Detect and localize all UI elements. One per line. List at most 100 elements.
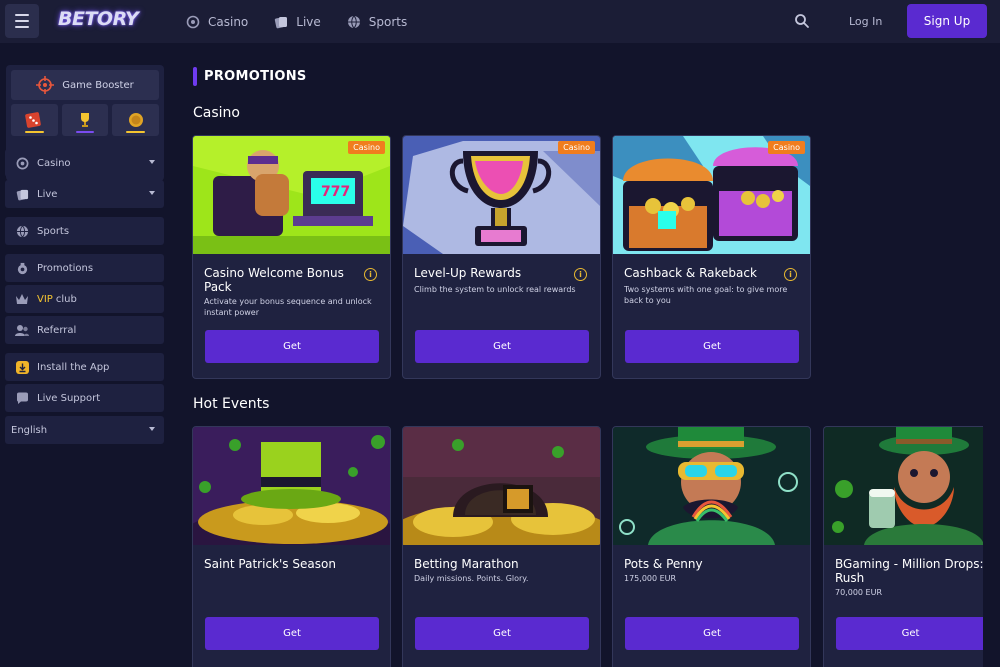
sidebar-item-vip-club[interactable]: VIP club xyxy=(5,285,164,313)
top-nav-live-label: Live xyxy=(296,14,321,29)
trophy-icon xyxy=(81,113,89,127)
event-card-description: 175,000 EUR xyxy=(624,574,677,583)
booster-tile-coin[interactable] xyxy=(112,104,160,136)
event-card-title: Pots & Penny xyxy=(624,557,703,571)
sidebar: Game Booster Casino Live Sports Promotio… xyxy=(0,43,172,667)
category-badge: Casino xyxy=(558,141,595,154)
promo-card-title: Cashback & Rakeback xyxy=(624,266,757,280)
game-booster-button[interactable]: Game Booster xyxy=(11,70,159,100)
event-card-image-gold-tunnel[interactable] xyxy=(403,427,600,545)
sports-ball-icon xyxy=(15,224,29,238)
promo-card: Casino Cashback & Rakeback i Two systems… xyxy=(612,135,811,379)
get-button[interactable]: Get xyxy=(415,330,589,363)
event-card-title: Betting Marathon xyxy=(414,557,519,571)
sidebar-item-label: club xyxy=(55,293,77,305)
language-selector[interactable]: English xyxy=(5,416,164,444)
info-icon[interactable]: i xyxy=(574,268,587,281)
betory-logo[interactable]: BETORY xyxy=(58,8,139,30)
event-card: Saint Patrick's Season Get xyxy=(192,426,391,667)
sidebar-item-install-app[interactable]: Install the App xyxy=(5,353,164,381)
event-card-description: 70,000 EUR xyxy=(835,588,883,597)
event-card-title: Saint Patrick's Season xyxy=(204,557,336,571)
event-card-image-leprechaun-hat[interactable] xyxy=(193,427,390,545)
language-label: English xyxy=(11,424,48,436)
event-card: Pots & Penny 175,000 EUR Get xyxy=(612,426,811,667)
page-title-text: PROMOTIONS xyxy=(204,69,307,84)
casino-chip-icon xyxy=(186,15,200,28)
top-nav-sports[interactable]: Sports xyxy=(347,15,407,29)
dice-icon xyxy=(25,112,42,128)
promo-card-title: Casino Welcome Bonus Pack xyxy=(204,266,344,294)
chevron-down-icon[interactable] xyxy=(149,160,155,164)
category-badge: Casino xyxy=(768,141,805,154)
download-icon xyxy=(15,360,29,374)
svg-text:777: 777 xyxy=(321,184,350,200)
promotions-icon xyxy=(15,261,29,275)
promo-card-image-chests[interactable]: Casino xyxy=(613,136,810,254)
promo-card-image-gamer[interactable]: 777 Casino xyxy=(193,136,390,254)
search-icon[interactable] xyxy=(794,13,810,29)
get-button[interactable]: Get xyxy=(625,617,799,650)
get-button[interactable]: Get xyxy=(836,617,983,650)
top-nav-sports-label: Sports xyxy=(368,14,408,29)
sidebar-item-label: Sports xyxy=(37,225,70,237)
vip-label: VIP xyxy=(37,293,53,305)
event-card: BGaming - Million Drops: Rush 70,000 EUR… xyxy=(823,426,983,667)
page-title: PROMOTIONS xyxy=(193,67,307,86)
section-title-hot-events: Hot Events xyxy=(193,396,270,412)
login-button[interactable]: Log In xyxy=(849,15,882,28)
sidebar-item-casino[interactable]: Casino xyxy=(5,149,164,177)
booster-tile-bar xyxy=(25,131,44,133)
booster-tile-dice[interactable] xyxy=(11,104,58,136)
promo-card-image-trophy[interactable]: Casino xyxy=(403,136,600,254)
sidebar-item-label: Casino xyxy=(37,157,71,169)
event-card-description: Daily missions. Points. Glory. xyxy=(414,574,529,583)
get-button[interactable]: Get xyxy=(205,330,379,363)
live-cards-icon xyxy=(275,16,288,28)
sidebar-item-sports[interactable]: Sports xyxy=(5,217,164,245)
sidebar-item-live-support[interactable]: Live Support xyxy=(5,384,164,412)
main-content: PROMOTIONS Casino 777 Casino Casino Welc… xyxy=(172,43,1000,667)
promo-card-description: Two systems with one goal: to give more … xyxy=(624,285,788,305)
promo-card-description: Climb the system to unlock real rewards xyxy=(414,285,576,294)
booster-tile-bar xyxy=(126,131,146,133)
chevron-down-icon[interactable] xyxy=(149,427,155,431)
get-button[interactable]: Get xyxy=(205,617,379,650)
sidebar-item-label: Promotions xyxy=(37,262,94,274)
get-button[interactable]: Get xyxy=(625,330,799,363)
game-booster-label: Game Booster xyxy=(62,79,134,91)
casino-chip-icon xyxy=(15,156,29,170)
top-nav-casino-label: Casino xyxy=(208,14,249,29)
info-icon[interactable]: i xyxy=(364,268,377,281)
event-card-image-leprechaun-beer[interactable] xyxy=(824,427,983,545)
sports-ball-icon xyxy=(347,15,360,28)
chevron-down-icon[interactable] xyxy=(149,191,155,195)
hamburger-menu-button[interactable] xyxy=(5,4,39,38)
title-accent-bar xyxy=(193,67,197,86)
crosshair-icon xyxy=(36,76,55,94)
sidebar-item-label: Install the App xyxy=(37,361,110,373)
event-card-image-leprechaun-goggles[interactable] xyxy=(613,427,810,545)
referral-icon xyxy=(15,323,29,337)
category-badge: Casino xyxy=(348,141,385,154)
top-nav-live[interactable]: Live xyxy=(274,15,321,29)
signup-button[interactable]: Sign Up xyxy=(907,4,987,38)
promo-card: 777 Casino Casino Welcome Bonus Pack i A… xyxy=(192,135,391,379)
sidebar-item-promotions[interactable]: Promotions xyxy=(5,254,164,282)
booster-tile-trophy[interactable] xyxy=(61,104,109,136)
crown-icon xyxy=(15,292,29,306)
sidebar-item-referral[interactable]: Referral xyxy=(5,316,164,344)
get-button[interactable]: Get xyxy=(415,617,589,650)
event-card: Betting Marathon Daily missions. Points.… xyxy=(402,426,601,667)
promo-card: Casino Level-Up Rewards i Climb the syst… xyxy=(402,135,601,379)
coin-icon xyxy=(128,113,143,127)
sidebar-item-live[interactable]: Live xyxy=(5,180,164,208)
sidebar-item-label: Referral xyxy=(37,324,77,336)
chat-icon xyxy=(15,391,29,405)
info-icon[interactable]: i xyxy=(784,268,797,281)
sidebar-item-label: Live xyxy=(37,188,58,200)
top-nav-casino[interactable]: Casino xyxy=(186,15,248,29)
event-card-title: BGaming - Million Drops: Rush xyxy=(835,557,983,585)
sidebar-item-label: Live Support xyxy=(37,392,101,404)
live-cards-icon xyxy=(15,187,29,201)
